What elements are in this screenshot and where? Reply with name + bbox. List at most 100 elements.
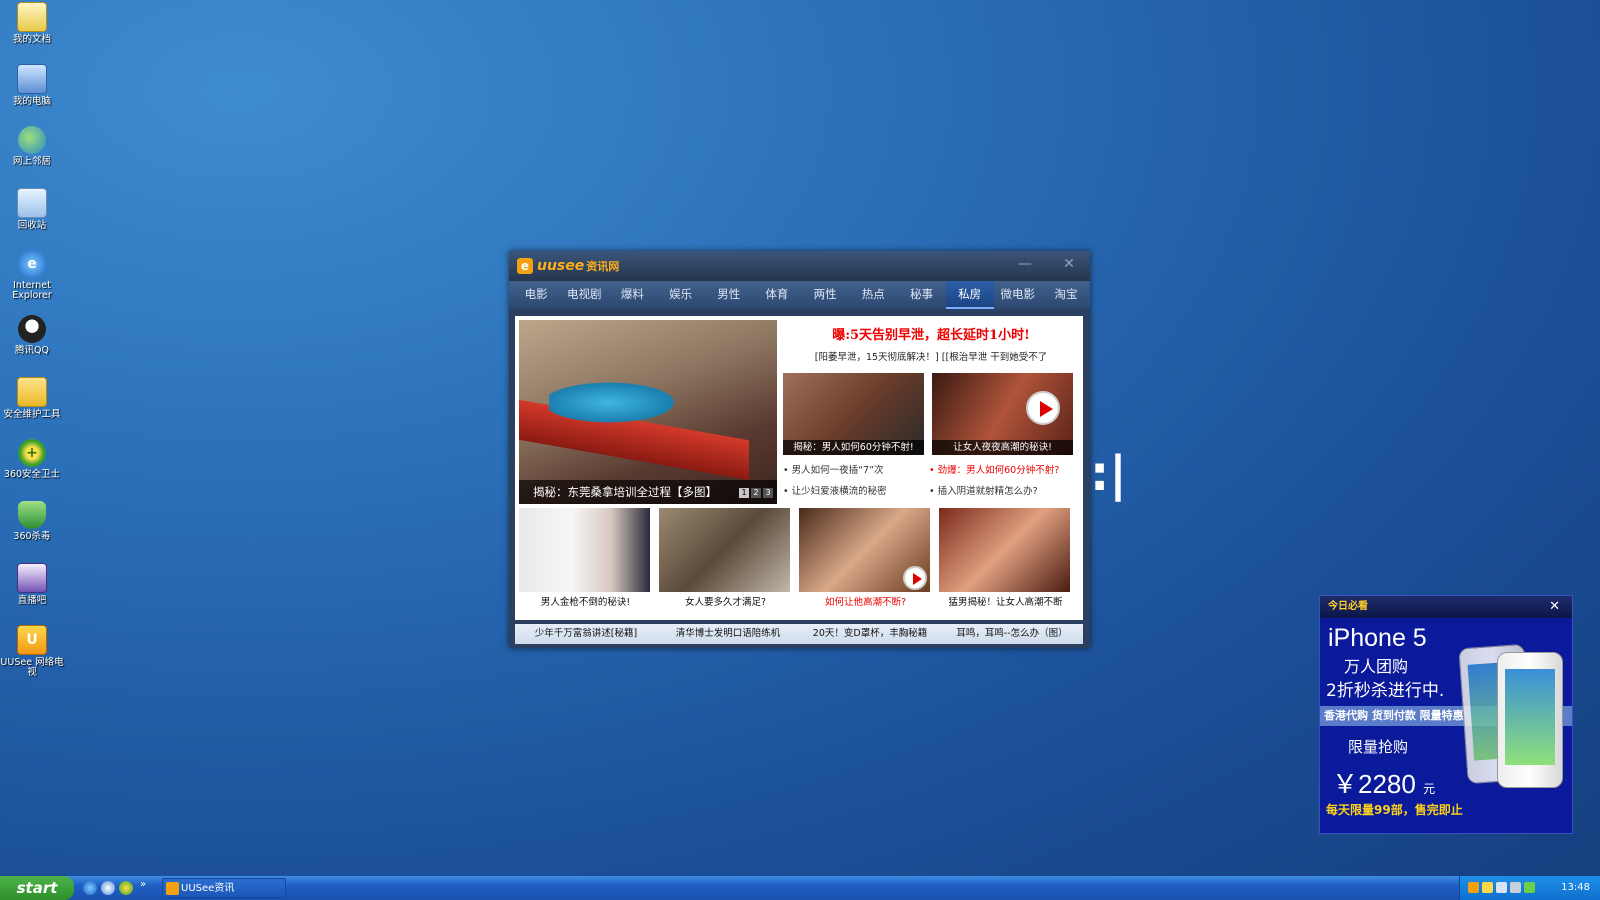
desktop-icon-qq[interactable]: 腾讯QQ	[0, 313, 64, 356]
ad-price-value: ￥2280	[1332, 769, 1416, 799]
desktop-icon-label: 直播吧	[17, 595, 47, 606]
desktop-icon-my-computer[interactable]: 我的电脑	[0, 62, 64, 107]
gallery-image	[659, 508, 790, 592]
desktop-icon-uusee[interactable]: U UUSee 网络电视	[0, 623, 64, 678]
desktop-icon-label: 360安全卫士	[3, 469, 61, 480]
brand-name: uusee	[537, 258, 585, 274]
hero-pager: 1 2 3	[739, 488, 773, 498]
network-tray-icon[interactable]	[1496, 882, 1507, 893]
footer-link[interactable]: 清华博士发明口语陪练机	[657, 624, 799, 644]
desktop-icon-label: UUSee 网络电视	[0, 657, 64, 678]
360-safe-icon: +	[18, 439, 46, 467]
iphone-ad-popup[interactable]: 今日必看 ✕ iPhone 5 万人团购 2折秒杀进行中. 香港代购 货到付款 …	[1319, 595, 1573, 834]
uusee-news-window: e uusee 资讯网 — ✕ 电影 电视剧 爆料 娱乐 男性 体育 两性 热点…	[509, 251, 1090, 648]
hero-image-figure	[549, 375, 699, 430]
clock[interactable]: 13:48	[1561, 876, 1590, 900]
tab-hot[interactable]: 热点	[849, 281, 897, 309]
footer-link[interactable]: 20天！变D罩杯，丰胸秘籍	[799, 624, 941, 644]
ad-header-title: 今日必看	[1328, 601, 1368, 612]
article-link[interactable]: • 插入阴道就射精怎么办?	[929, 481, 1059, 502]
close-icon[interactable]: ✕	[1549, 596, 1560, 618]
desktop-icon-label: Internet Explorer	[12, 280, 52, 301]
chevron-right-icon[interactable]: »	[140, 880, 150, 894]
tab-exclusive[interactable]: 爆料	[608, 281, 656, 309]
link-list-left: • 男人如何一夜插“7”次 • 让少妇爱液横流的秘密	[783, 460, 887, 502]
hero-slideshow[interactable]: 揭秘：东莞桑拿培训全过程【多图】 1 2 3	[519, 320, 777, 504]
desktop-icon-internet-explorer[interactable]: e Internet Explorer	[0, 248, 64, 301]
ad-header: 今日必看 ✕	[1320, 596, 1572, 618]
desktop-icon-label: 网上邻居	[12, 156, 51, 167]
tab-men[interactable]: 男性	[705, 281, 753, 309]
start-button[interactable]: start	[0, 876, 74, 900]
uusee-icon	[166, 882, 179, 895]
tab-secrets[interactable]: 秘事	[897, 281, 945, 309]
gallery-image	[939, 508, 1070, 592]
gallery-item[interactable]	[519, 508, 650, 592]
pager-dot[interactable]: 1	[739, 488, 749, 498]
taskbar-window-button[interactable]: UUSee资讯	[162, 878, 286, 898]
ad-group-buy: 万人团购	[1344, 657, 1409, 676]
phone-image	[1497, 652, 1563, 788]
desktop-icon-my-documents[interactable]: 我的文档	[0, 0, 64, 45]
article-link[interactable]: • 让少妇爱液横流的秘密	[783, 481, 887, 502]
browser-icon[interactable]	[101, 881, 115, 895]
desktop-icon-360-antivirus[interactable]: 360杀毒	[0, 499, 64, 542]
pager-dot[interactable]: 3	[763, 488, 773, 498]
desktop-icon-network[interactable]: 网上邻居	[0, 124, 64, 167]
tab-private[interactable]: 私房	[945, 281, 994, 309]
tray-icon[interactable]	[1482, 882, 1493, 893]
article-link[interactable]: • 劲爆：男人如何60分钟不射?	[929, 460, 1059, 481]
uusee-logo-icon: e	[517, 258, 533, 274]
link-list-right: • 劲爆：男人如何60分钟不射? • 插入阴道就射精怎么办?	[929, 460, 1059, 502]
desktop-icon-zhiboba[interactable]: 直播吧	[0, 561, 64, 606]
folder-icon	[17, 377, 47, 407]
article-link[interactable]: • 男人如何一夜插“7”次	[783, 460, 887, 481]
window-titlebar[interactable]: e uusee 资讯网 — ✕	[509, 251, 1090, 281]
ad-limited: 限量抢购	[1348, 738, 1409, 756]
desktop-icon-label: 360杀毒	[13, 531, 51, 542]
pager-dot[interactable]: 2	[751, 488, 761, 498]
recycle-bin-icon	[17, 188, 47, 218]
gallery-item[interactable]	[659, 508, 790, 592]
desktop-icon-360-safe[interactable]: + 360安全卫士	[0, 437, 64, 480]
close-button[interactable]: ✕	[1058, 255, 1080, 273]
gallery-item[interactable]	[939, 508, 1070, 592]
footer-link[interactable]: 耳鸣，耳鸣--怎么办（图）	[941, 624, 1083, 644]
tab-taobao[interactable]: 淘宝	[1042, 281, 1090, 309]
tab-micro-film[interactable]: 微电影	[994, 281, 1042, 309]
subheadline-link[interactable]: [阳萎早泄，15天彻底解决！] [[根治早泄 干到她受不了	[781, 349, 1081, 363]
360-safe-icon[interactable]	[119, 881, 133, 895]
tab-tv-series[interactable]: 电视剧	[560, 281, 608, 309]
desktop-icon-label: 回收站	[17, 220, 47, 231]
ad-flash-sale: 2折秒杀进行中.	[1326, 681, 1445, 701]
desktop-icon-label: 安全维护工具	[3, 409, 61, 420]
minimize-button[interactable]: —	[1014, 255, 1036, 273]
tab-movie[interactable]: 电影	[512, 281, 560, 309]
documents-icon	[17, 2, 47, 32]
ad-product-name: iPhone 5	[1328, 624, 1427, 652]
volume-icon[interactable]	[1510, 882, 1521, 893]
uusee-tray-icon[interactable]	[1468, 882, 1479, 893]
ie-icon[interactable]	[83, 881, 97, 895]
footer-link[interactable]: 少年千万富翁讲述[秘籍]	[515, 624, 657, 644]
thumb-caption: 揭秘：男人如何60分钟不射!	[783, 440, 924, 455]
headline-link[interactable]: 曝:5天告别早泄，超长延时1小时!	[781, 324, 1081, 343]
gallery-item[interactable]	[799, 508, 930, 592]
uusee-icon: U	[17, 625, 47, 655]
gallery-caption[interactable]: 如何让他高潮不断?	[799, 594, 932, 608]
gallery-caption[interactable]: 猛男揭秘！让女人高潮不断	[939, 594, 1072, 608]
play-icon[interactable]	[903, 566, 927, 590]
thumb-card[interactable]: 让女人夜夜高潮的秘诀!	[932, 373, 1073, 455]
tab-relationships[interactable]: 两性	[801, 281, 849, 309]
play-icon[interactable]	[1026, 391, 1060, 425]
gallery-caption[interactable]: 女人要多久才满足?	[659, 594, 792, 608]
desktop-icon-security-tools[interactable]: 安全维护工具	[0, 375, 64, 420]
desktop-icon-recycle-bin[interactable]: 回收站	[0, 186, 64, 231]
gallery-caption[interactable]: 男人金枪不倒的秘诀!	[519, 594, 652, 608]
ie-icon: e	[18, 250, 46, 278]
tab-entertainment[interactable]: 娱乐	[657, 281, 705, 309]
taskbar: start » UUSee资讯 13:48	[0, 876, 1600, 900]
thumb-card[interactable]: 揭秘：男人如何60分钟不射!	[783, 373, 924, 455]
360-tray-icon[interactable]	[1524, 882, 1535, 893]
tab-sports[interactable]: 体育	[753, 281, 801, 309]
